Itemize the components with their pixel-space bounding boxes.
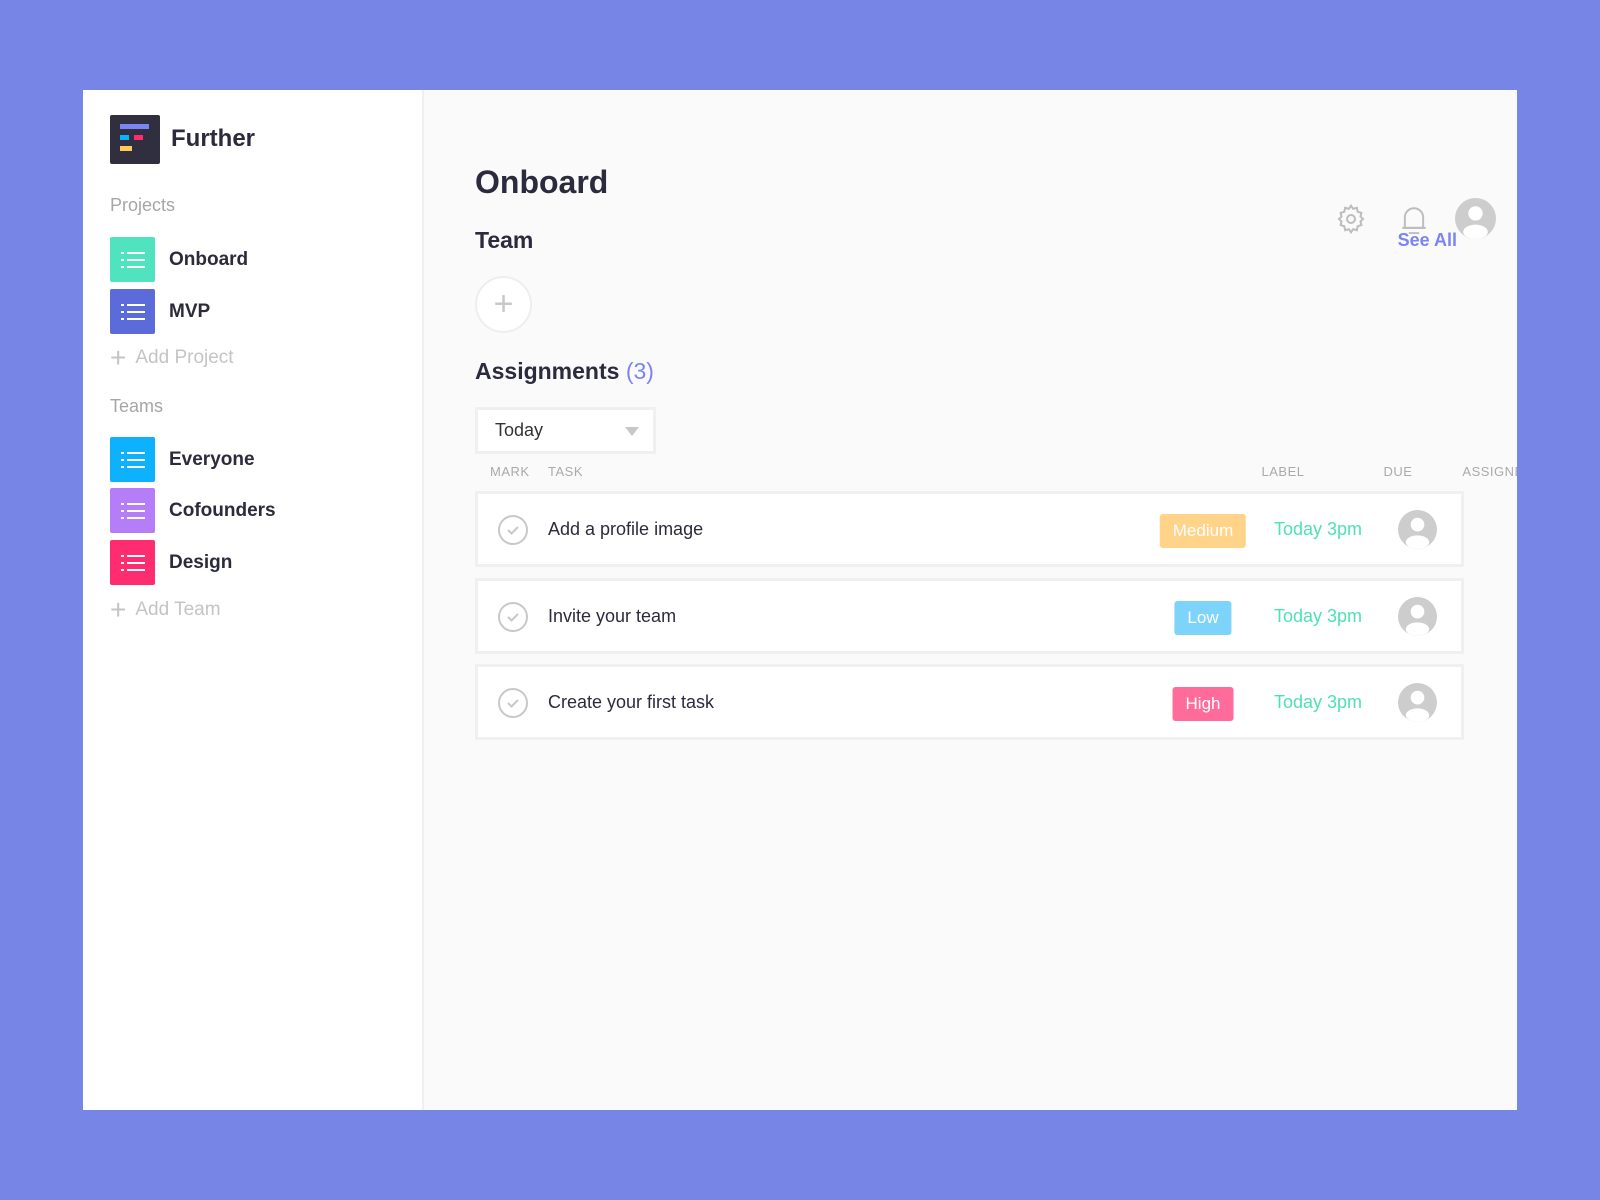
sidebar: Further Projects Onboard MVP + Add Project… [83, 90, 424, 1110]
column-label: LABEL [1261, 464, 1305, 479]
assignee-avatar[interactable] [1398, 683, 1437, 722]
sidebar-team-design[interactable]: Design [110, 540, 232, 585]
column-due: DUE [1383, 464, 1413, 479]
item-label: Cofounders [169, 499, 276, 521]
list-icon [120, 451, 145, 468]
sidebar-project-onboard[interactable]: Onboard [110, 237, 248, 282]
due-date: Today 3pm [1273, 692, 1363, 712]
column-assigned: ASSIGNED [1462, 464, 1517, 479]
teams-label: Teams [110, 396, 164, 416]
list-icon-tile [110, 540, 155, 585]
priority-badge: High [1172, 687, 1234, 721]
user-avatar-icon [1405, 690, 1430, 722]
logo [110, 115, 160, 164]
priority-badge: Low [1174, 601, 1232, 635]
projects-label: Projects [110, 195, 176, 215]
plus-icon: + [493, 285, 514, 323]
table-row[interactable]: Add a profile image Medium Today 3pm [475, 491, 1464, 567]
team-heading: Team [475, 227, 534, 253]
list-icon [120, 303, 145, 320]
check-icon [507, 613, 519, 622]
sidebar-team-everyone[interactable]: Everyone [110, 437, 255, 482]
mark-complete-checkbox[interactable] [498, 688, 528, 718]
task-title[interactable]: Invite your team [548, 606, 676, 627]
main-content: Onboard Team See All + Assignments (3) T… [424, 90, 1517, 1110]
table-row[interactable]: Create your first task High Today 3pm [475, 664, 1464, 740]
item-label: Everyone [169, 448, 255, 470]
column-mark: MARK [490, 464, 530, 479]
user-avatar-icon [1463, 206, 1488, 239]
gear-icon [1337, 203, 1365, 235]
dropdown-value: Today [495, 420, 544, 440]
list-icon [120, 554, 145, 571]
task-title[interactable]: Add a profile image [548, 519, 703, 540]
list-icon [120, 502, 145, 519]
mark-complete-checkbox[interactable] [498, 602, 528, 632]
app-name: Further [171, 125, 255, 152]
list-icon-tile [110, 289, 155, 334]
list-icon-tile [110, 437, 155, 482]
check-icon [507, 526, 519, 535]
due-date: Today 3pm [1273, 606, 1363, 626]
check-icon [507, 699, 519, 708]
column-task: TASK [548, 464, 583, 479]
date-filter-dropdown[interactable]: Today [475, 407, 656, 454]
user-avatar-icon [1405, 517, 1430, 549]
app-window: Further Projects Onboard MVP + Add Project… [83, 90, 1517, 1110]
priority-badge: Medium [1159, 514, 1247, 548]
settings-button[interactable] [1335, 203, 1367, 240]
assignments-heading: Assignments (3) [475, 358, 654, 385]
mark-complete-checkbox[interactable] [498, 515, 528, 545]
see-all-link[interactable]: See All [1398, 230, 1457, 251]
user-avatar-icon [1405, 604, 1430, 636]
assignee-avatar[interactable] [1398, 510, 1437, 549]
item-label: MVP [169, 300, 211, 322]
due-date: Today 3pm [1273, 519, 1363, 539]
user-avatar-button[interactable] [1455, 198, 1496, 239]
sidebar-project-mvp[interactable]: MVP [110, 289, 210, 334]
page-title: Onboard [475, 164, 609, 200]
add-member-button[interactable]: + [475, 276, 532, 333]
list-icon [120, 251, 145, 268]
list-icon-tile [110, 488, 155, 533]
caret-down-icon [625, 427, 639, 436]
add-team-button[interactable]: + Add Team [110, 596, 221, 624]
add-project-label: Add Project [135, 347, 234, 368]
plus-icon: + [110, 594, 127, 625]
table-row[interactable]: Invite your team Low Today 3pm [475, 578, 1464, 654]
list-icon-tile [110, 237, 155, 282]
assignee-avatar[interactable] [1398, 597, 1437, 636]
plus-icon: + [110, 342, 127, 373]
item-label: Onboard [169, 248, 249, 270]
task-title[interactable]: Create your first task [548, 692, 714, 713]
sidebar-team-cofounders[interactable]: Cofounders [110, 488, 276, 533]
assignments-title: Assignments [475, 358, 620, 384]
item-label: Design [169, 551, 233, 573]
add-team-label: Add Team [135, 599, 221, 620]
add-project-button[interactable]: + Add Project [110, 344, 234, 372]
assignments-count: (3) [625, 358, 654, 384]
